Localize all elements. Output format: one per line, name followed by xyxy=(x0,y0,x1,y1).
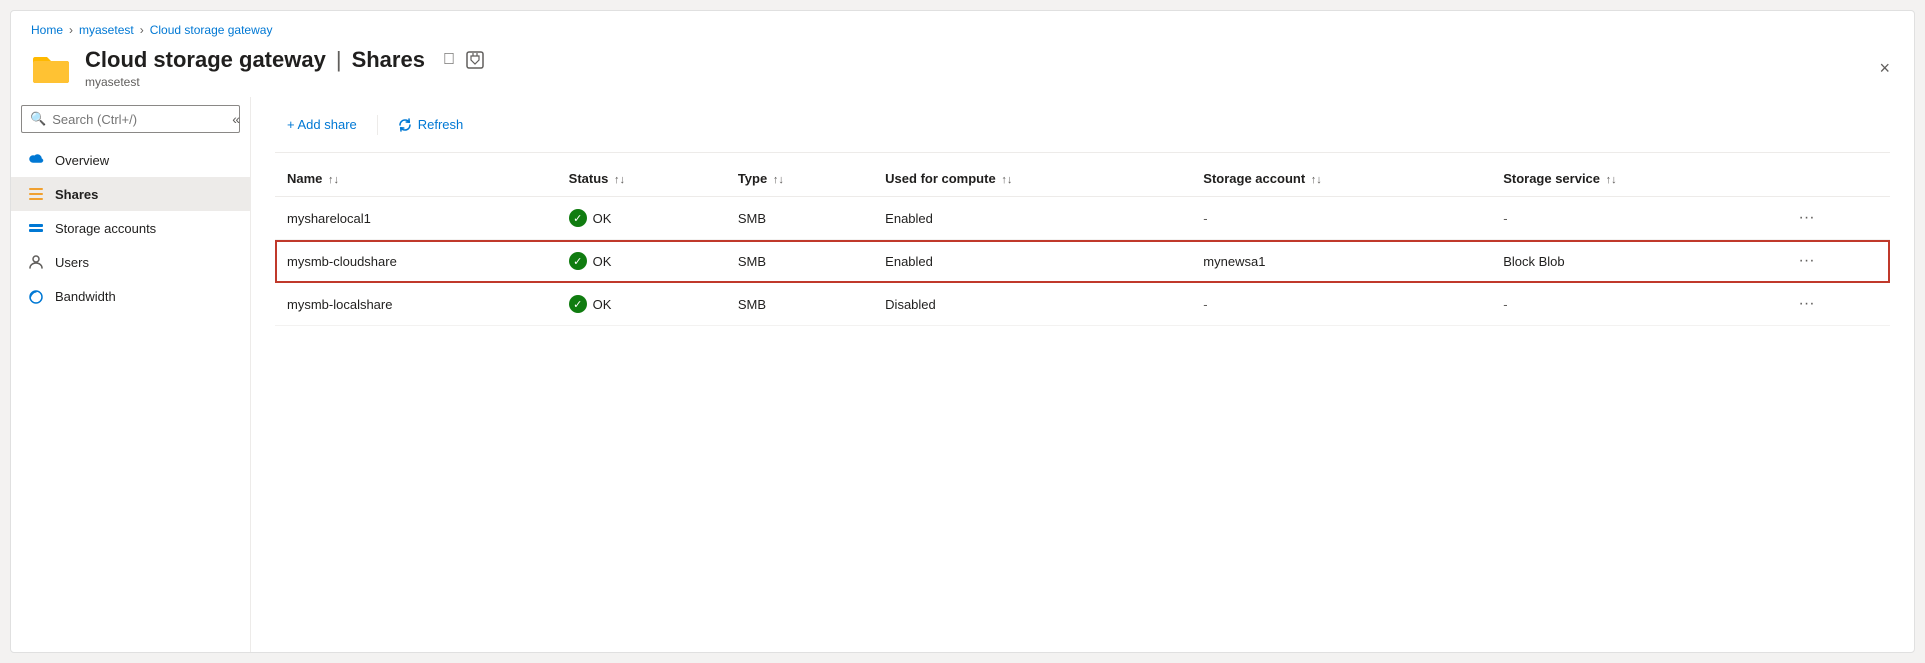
cell-type: SMB xyxy=(726,197,873,240)
page-subtitle: myasetest xyxy=(85,75,485,89)
sort-name-icon[interactable]: ↑↓ xyxy=(328,174,339,186)
cell-storage-account: mynewsa1 xyxy=(1191,240,1491,283)
dash-storage: - xyxy=(1203,297,1207,312)
sidebar: 🔍 « Overview xyxy=(11,97,251,652)
sidebar-item-storage-label: Storage accounts xyxy=(55,221,156,236)
sort-storage-icon[interactable]: ↑↓ xyxy=(1311,174,1322,186)
sidebar-item-users[interactable]: Users xyxy=(11,245,250,279)
add-share-button[interactable]: + Add share xyxy=(275,111,369,138)
breadcrumb: Home › myasetest › Cloud storage gateway xyxy=(31,23,1894,37)
table-row[interactable]: mysmb-cloudshare ✓ OK SMBEnabledmynewsa1Blo… xyxy=(275,240,1890,283)
sidebar-item-overview[interactable]: Overview xyxy=(11,143,250,177)
bandwidth-icon xyxy=(27,287,45,305)
cell-status: ✓ OK xyxy=(557,197,726,240)
breadcrumb-home[interactable]: Home xyxy=(31,23,63,37)
toolbar-separator xyxy=(377,115,378,135)
ok-icon: ✓ xyxy=(569,252,587,270)
body: 🔍 « Overview xyxy=(11,97,1914,652)
cell-more[interactable]: ··· xyxy=(1781,197,1890,240)
refresh-label: Refresh xyxy=(418,117,464,132)
status-text: OK xyxy=(593,297,612,312)
ok-icon: ✓ xyxy=(569,295,587,313)
folder-icon xyxy=(31,51,71,85)
cell-status: ✓ OK xyxy=(557,240,726,283)
refresh-button[interactable]: Refresh xyxy=(386,111,476,138)
close-button[interactable]: × xyxy=(1875,54,1894,83)
cell-more[interactable]: ··· xyxy=(1781,283,1890,326)
sort-status-icon[interactable]: ↑↓ xyxy=(614,174,625,186)
more-button[interactable]: ··· xyxy=(1793,293,1821,315)
sort-service-icon[interactable]: ↑↓ xyxy=(1606,174,1617,186)
shares-icon xyxy=(27,185,45,203)
breadcrumb-myasetest[interactable]: myasetest xyxy=(79,23,134,37)
col-storage-service[interactable]: Storage service ↑↓ xyxy=(1491,161,1780,197)
refresh-icon xyxy=(398,118,412,132)
cell-storage-account: - xyxy=(1191,197,1491,240)
cell-name: mysharelocal1 xyxy=(275,197,557,240)
cell-compute: Enabled xyxy=(873,197,1191,240)
collapse-button[interactable]: « xyxy=(232,111,240,127)
sidebar-item-users-label: Users xyxy=(55,255,89,270)
sidebar-item-shares[interactable]: Shares xyxy=(11,177,250,211)
sidebar-item-storage-accounts[interactable]: Storage accounts xyxy=(11,211,250,245)
cell-storage-service: - xyxy=(1491,197,1780,240)
table-header-row: Name ↑↓ Status ↑↓ Type ↑↓ xyxy=(275,161,1890,197)
sidebar-item-overview-label: Overview xyxy=(55,153,109,168)
users-icon xyxy=(27,253,45,271)
col-storage-account[interactable]: Storage account ↑↓ xyxy=(1191,161,1491,197)
dash-service: - xyxy=(1503,297,1507,312)
cell-more[interactable]: ··· xyxy=(1781,240,1890,283)
col-status[interactable]: Status ↑↓ xyxy=(557,161,726,197)
cloud-icon xyxy=(27,151,45,169)
pin-icon-svg[interactable] xyxy=(465,50,485,70)
sort-compute-icon[interactable]: ↑↓ xyxy=(1001,174,1012,186)
dash-storage: - xyxy=(1203,211,1207,226)
sidebar-item-bandwidth-label: Bandwidth xyxy=(55,289,116,304)
page-section: Shares xyxy=(352,47,425,73)
more-button[interactable]: ··· xyxy=(1793,207,1821,229)
breadcrumb-cloud-storage-gateway[interactable]: Cloud storage gateway xyxy=(150,23,273,37)
table-row[interactable]: mysmb-localshare✓OKSMBDisabled--··· xyxy=(275,283,1890,326)
cell-type: SMB xyxy=(726,283,873,326)
cell-name: mysmb-localshare xyxy=(275,283,557,326)
sort-type-icon[interactable]: ↑↓ xyxy=(773,174,784,186)
sidebar-item-shares-label: Shares xyxy=(55,187,98,202)
status-text: OK xyxy=(593,211,612,226)
cell-name: mysmb-cloudshare xyxy=(275,240,557,283)
ok-icon: ✓ xyxy=(569,209,587,227)
more-button[interactable]: ··· xyxy=(1793,250,1821,272)
page-title: Cloud storage gateway xyxy=(85,47,326,73)
pin-icon[interactable]:  xyxy=(443,51,455,69)
table-row[interactable]: mysharelocal1✓OKSMBEnabled--··· xyxy=(275,197,1890,240)
sidebar-item-bandwidth[interactable]: Bandwidth xyxy=(11,279,250,313)
cell-compute: Enabled xyxy=(873,240,1191,283)
cell-storage-service: Block Blob xyxy=(1491,240,1780,283)
title-row: Cloud storage gateway | Shares  myasete… xyxy=(31,47,1894,97)
search-icon: 🔍 xyxy=(30,111,46,127)
search-input[interactable] xyxy=(52,112,228,127)
col-type[interactable]: Type ↑↓ xyxy=(726,161,873,197)
shares-table: Name ↑↓ Status ↑↓ Type ↑↓ xyxy=(275,161,1890,326)
col-compute[interactable]: Used for compute ↑↓ xyxy=(873,161,1191,197)
toolbar: + Add share Refresh xyxy=(275,97,1890,153)
page-header: Home › myasetest › Cloud storage gateway… xyxy=(11,11,1914,97)
storage-icon xyxy=(27,219,45,237)
search-bar[interactable]: 🔍 « xyxy=(21,105,240,133)
col-actions xyxy=(1781,161,1890,197)
cell-storage-service: - xyxy=(1491,283,1780,326)
status-text: OK xyxy=(593,254,612,269)
shares-table-wrap: Name ↑↓ Status ↑↓ Type ↑↓ xyxy=(275,161,1890,326)
cell-status: ✓ OK xyxy=(557,283,726,326)
cell-storage-account: - xyxy=(1191,283,1491,326)
dash-service: - xyxy=(1503,211,1507,226)
cell-type: SMB xyxy=(726,240,873,283)
content-area: + Add share Refresh xyxy=(251,97,1914,652)
col-name[interactable]: Name ↑↓ xyxy=(275,161,557,197)
cell-compute: Disabled xyxy=(873,283,1191,326)
